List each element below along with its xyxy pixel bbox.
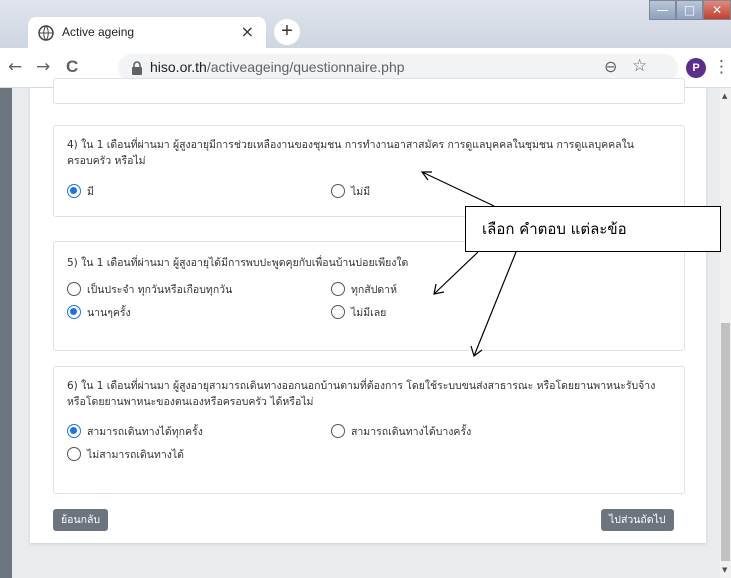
questionnaire-card: 4) ใน 1 เดือนที่ผ่านมา ผู้สูงอายุมีการช่…: [30, 78, 706, 543]
radio-icon[interactable]: [331, 305, 345, 319]
radio-selected-icon[interactable]: [67, 184, 81, 198]
question-6-option-always[interactable]: สามารถเดินทางได้ทุกครั้ง: [67, 424, 203, 440]
page-left-edge: [0, 88, 12, 578]
option-label: ไม่มี: [351, 186, 371, 198]
question-card-previous: [53, 78, 685, 104]
radio-selected-icon[interactable]: [67, 305, 81, 319]
forward-arrow-icon[interactable]: →: [36, 57, 50, 77]
lock-icon: [132, 61, 142, 75]
menu-kebab-icon[interactable]: ⋮: [713, 57, 730, 77]
url-text: hiso.or.th/activeageing/questionnaire.ph…: [150, 59, 405, 75]
option-label: เป็นประจำ ทุกวันหรือเกือบทุกวัน: [87, 284, 233, 296]
reload-icon[interactable]: C: [66, 57, 78, 77]
option-label: มี: [87, 186, 94, 198]
tab-close-icon[interactable]: ×: [241, 22, 254, 41]
question-5-option-never[interactable]: ไม่มีเลย: [331, 305, 386, 321]
browser-titlebar: Active ageing × + — □ ✕: [0, 0, 731, 48]
url-path: /activeageing/questionnaire.php: [206, 59, 405, 75]
back-arrow-icon[interactable]: ←: [8, 57, 22, 77]
scroll-up-icon[interactable]: ▲: [722, 92, 727, 100]
window-minimize-button[interactable]: —: [649, 0, 676, 20]
back-button[interactable]: ย้อนกลับ: [53, 509, 109, 531]
question-4-option-no[interactable]: ไม่มี: [331, 184, 370, 200]
next-section-button[interactable]: ไปส่วนถัดไป: [601, 509, 674, 531]
question-6-text: 6) ใน 1 เดือนที่ผ่านมา ผู้สูงอายุสามารถเ…: [67, 380, 656, 408]
new-tab-button[interactable]: +: [274, 19, 300, 45]
radio-icon[interactable]: [331, 282, 345, 296]
radio-icon[interactable]: [67, 282, 81, 296]
question-5-option-weekly[interactable]: ทุกสัปดาห์: [331, 282, 397, 298]
question-5-option-occasionally[interactable]: นานๆครั้ง: [67, 305, 131, 321]
scroll-down-icon[interactable]: ▼: [722, 566, 727, 574]
radio-icon[interactable]: [331, 184, 345, 198]
option-label: สามารถเดินทางได้บางครั้ง: [351, 426, 472, 438]
radio-icon[interactable]: [67, 447, 81, 461]
question-5-text: 5) ใน 1 เดือนที่ผ่านมา ผู้สูงอายุได้มีกา…: [67, 257, 409, 269]
question-5-option-daily[interactable]: เป็นประจำ ทุกวันหรือเกือบทุกวัน: [67, 282, 232, 298]
profile-avatar[interactable]: P: [686, 58, 706, 78]
window-maximize-button[interactable]: □: [676, 0, 703, 20]
zoom-icon[interactable]: ⊖: [604, 57, 617, 76]
radio-selected-icon[interactable]: [67, 424, 81, 438]
option-label: นานๆครั้ง: [87, 307, 131, 319]
question-6-option-unable[interactable]: ไม่สามารถเดินทางได้: [67, 447, 184, 463]
radio-icon[interactable]: [331, 424, 345, 438]
option-label: ไม่สามารถเดินทางได้: [87, 449, 184, 461]
globe-icon: [38, 25, 54, 41]
tab-title: Active ageing: [62, 25, 135, 39]
question-4-option-yes[interactable]: มี: [67, 184, 94, 200]
question-6-option-sometimes[interactable]: สามารถเดินทางได้บางครั้ง: [331, 424, 471, 440]
bookmark-star-icon[interactable]: ☆: [632, 56, 647, 76]
option-label: ไม่มีเลย: [351, 307, 387, 319]
question-4-text: 4) ใน 1 เดือนที่ผ่านมา ผู้สูงอายุมีการช่…: [67, 139, 634, 167]
option-label: ทุกสัปดาห์: [351, 284, 397, 296]
page-scrollbar[interactable]: ▲ ▼: [720, 88, 731, 578]
question-card-5: 5) ใน 1 เดือนที่ผ่านมา ผู้สูงอายุได้มีกา…: [53, 241, 685, 351]
browser-tab[interactable]: Active ageing ×: [28, 17, 266, 48]
annotation-callout: เลือก คำตอบ แต่ละข้อ: [465, 206, 721, 252]
url-host: hiso.or.th: [150, 59, 207, 75]
page-viewport: 4) ใน 1 เดือนที่ผ่านมา ผู้สูงอายุมีการช่…: [0, 78, 731, 578]
question-card-6: 6) ใน 1 เดือนที่ผ่านมา ผู้สูงอายุสามารถเ…: [53, 366, 685, 494]
question-card-4: 4) ใน 1 เดือนที่ผ่านมา ผู้สูงอายุมีการช่…: [53, 125, 685, 217]
window-close-button[interactable]: ✕: [703, 0, 731, 20]
option-label: สามารถเดินทางได้ทุกครั้ง: [87, 426, 203, 438]
scrollbar-thumb[interactable]: [721, 323, 730, 561]
